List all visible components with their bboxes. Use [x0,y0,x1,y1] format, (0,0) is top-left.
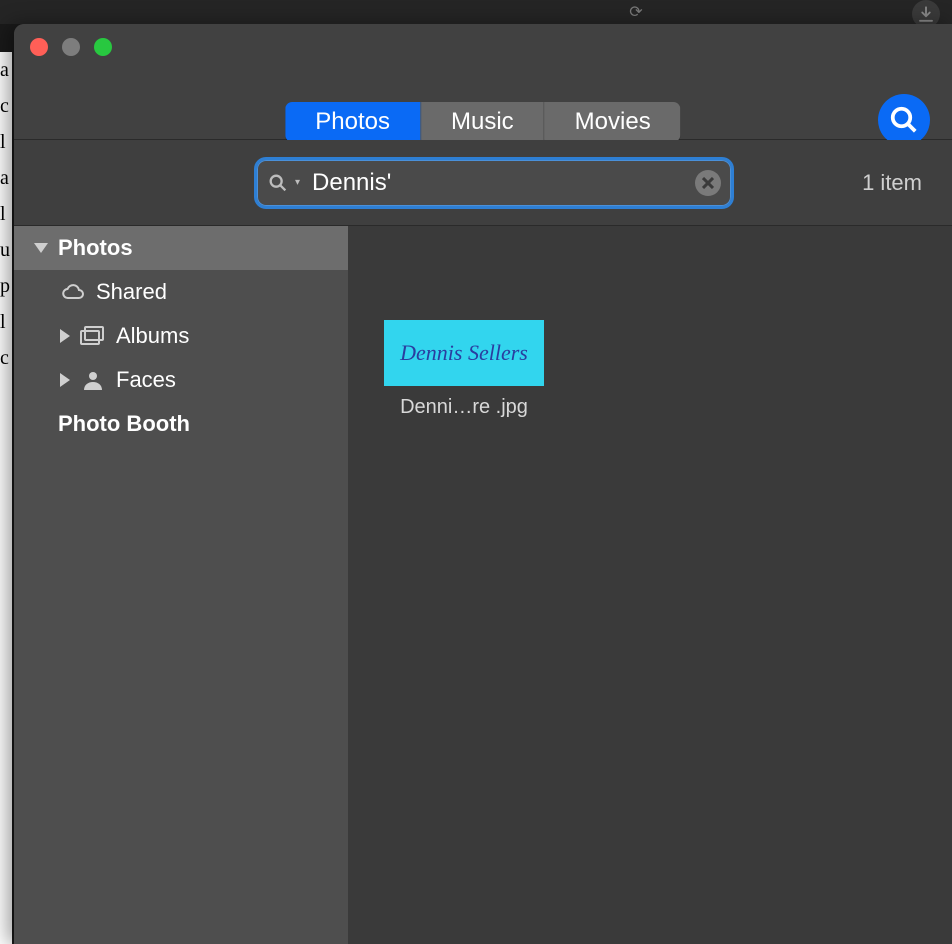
source-faces[interactable]: Faces [14,358,348,402]
disclosure-triangle-icon[interactable] [60,373,70,387]
sidebar-item-label: Albums [116,323,189,349]
search-scope-icon[interactable] [267,172,289,194]
zoom-window-button[interactable] [94,38,112,56]
source-shared[interactable]: Shared [14,270,348,314]
result-item[interactable]: Dennis Sellers Denni…re .jpg [384,320,544,419]
search-row: ▾ 1 item [14,140,952,226]
sidebar-item-label: Photos [58,235,133,261]
media-type-segmented: Photos Music Movies [285,102,680,142]
window-controls [30,38,112,56]
close-icon [702,177,714,189]
titlebar: Photos Music Movies [14,24,952,140]
thumbnail-image: Dennis Sellers [384,320,544,386]
close-window-button[interactable] [30,38,48,56]
reload-icon: ⟳ [629,2,642,22]
sidebar-item-label: Shared [96,279,167,305]
background-document: a c l a l u p l c [0,52,12,944]
background-toolbar: ⟳ [0,0,952,24]
clear-search-button[interactable] [695,170,721,196]
source-photos-app[interactable]: Photos [14,226,348,270]
search-button[interactable] [878,94,930,146]
source-albums[interactable]: Albums [14,314,348,358]
result-filename: Denni…re .jpg [384,396,544,419]
disclosure-triangle-icon[interactable] [60,329,70,343]
chevron-down-icon[interactable]: ▾ [295,177,300,188]
media-browser-panel: Photos Music Movies ▾ 1 item Photos [14,24,952,944]
tab-photos[interactable]: Photos [285,102,421,142]
panel-body: Photos Shared Albums Faces [14,226,952,944]
search-field[interactable]: ▾ [254,157,734,209]
source-list: Photos Shared Albums Faces [14,226,348,944]
tab-music[interactable]: Music [421,102,545,142]
search-icon [889,105,919,135]
search-input[interactable] [312,169,689,197]
albums-icon [80,325,106,347]
disclosure-triangle-icon[interactable] [34,243,48,253]
sidebar-item-label: Faces [116,367,176,393]
sidebar-item-label: Photo Booth [58,411,190,437]
cloud-icon [60,281,86,303]
result-count: 1 item [862,170,922,196]
source-photo-booth[interactable]: Photo Booth [14,402,348,446]
tab-movies[interactable]: Movies [545,102,681,142]
minimize-window-button[interactable] [62,38,80,56]
person-icon [80,369,106,391]
results-grid: Dennis Sellers Denni…re .jpg [348,226,952,944]
